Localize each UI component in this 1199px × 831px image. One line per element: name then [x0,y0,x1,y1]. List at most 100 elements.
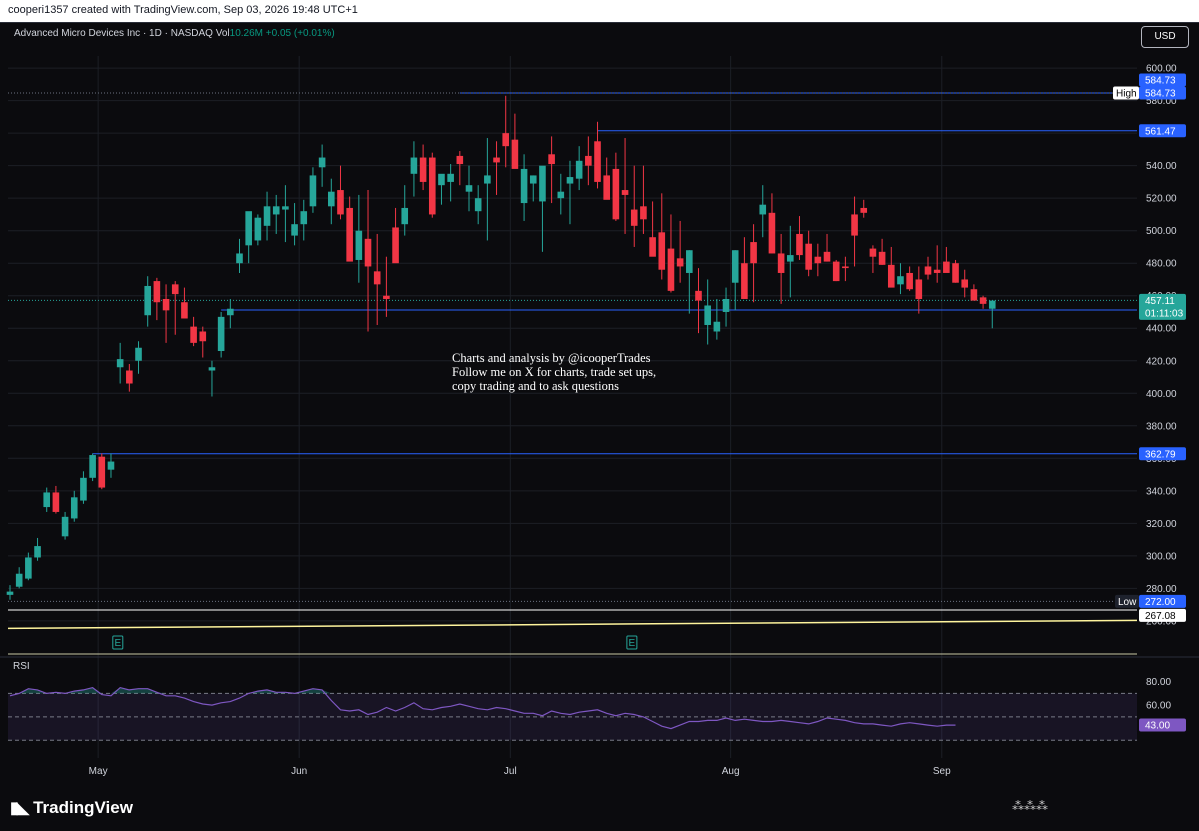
candle-body [355,230,363,260]
candle-body [933,269,941,273]
high-label: High [1116,88,1137,99]
candle-body [474,198,482,212]
candle-body [887,264,895,288]
candle-body [502,133,510,147]
price-chart[interactable]: 260.00280.00300.00320.00340.00360.00380.… [0,0,1199,831]
currency-button[interactable]: USD [1141,26,1189,48]
candle-body [961,279,969,288]
candle-body [759,204,767,215]
candle-body [282,206,289,210]
candle-body [227,308,234,316]
candle-body [575,160,583,179]
candle-body [89,455,96,478]
y-tick-label: 280.00 [1146,584,1177,595]
candle-body [309,175,317,207]
x-tick-label: Jun [291,766,307,777]
y-tick-label: 600.00 [1146,64,1177,75]
candle-body [713,321,721,332]
volume-value: 10.26M [229,28,263,39]
candle-body [272,206,280,215]
candle-body [988,300,996,309]
candle-body [153,281,161,303]
candle-body [493,157,500,163]
x-tick-label: Sep [933,766,951,777]
candle-body [897,276,904,285]
candle-body [401,207,409,225]
candle-body [621,190,629,195]
y-tick-label: 440.00 [1146,324,1177,335]
candle-body [6,591,14,595]
ma-price-tag: 267.08 [1145,611,1176,622]
candle-body [465,185,473,192]
candle-body [208,367,216,371]
candle-body [741,263,748,299]
candle-body [80,477,87,501]
candle-body [43,492,51,508]
candle-body [25,557,32,579]
current-price-tag-countdown: 01:11:03 [1145,308,1184,319]
candle-body [943,261,950,273]
candle-body [346,207,353,262]
rsi-tick-label: 60.00 [1146,701,1171,712]
candle-body [263,206,271,226]
candle-body [300,211,308,225]
candle-body [787,255,794,262]
candle-body [364,238,372,267]
candle-body [924,266,932,275]
candle-body [328,191,335,207]
candle-body [373,271,381,285]
candle-body [842,266,849,269]
candle-body [750,242,757,264]
tradingview-brand: TradingView [33,798,133,817]
candle-body [603,175,610,200]
candle-body [805,243,812,270]
candle-body [484,175,491,184]
candle-body [337,190,344,215]
candle-body [383,295,390,299]
candle-body [695,290,702,301]
y-tick-label: 420.00 [1146,356,1177,367]
y-tick-label: 340.00 [1146,486,1177,497]
candle-body [915,279,923,299]
symbol-legend: Advanced Micro Devices Inc · 1D · NASDAQ… [14,28,335,39]
candle-body [640,206,647,220]
moving-average-line [7,619,1138,630]
candle-body [392,227,399,264]
candle-body [768,212,776,254]
candle-body [428,157,436,215]
candle-body [181,302,188,319]
candle-body [291,224,298,236]
candle-body [970,289,978,301]
price-change: +0.05 (+0.01%) [265,28,335,39]
candle-body [566,177,574,184]
candle-body [438,173,445,186]
y-tick-label: 380.00 [1146,421,1177,432]
candle-body [658,232,666,270]
candle-body [245,211,252,246]
candle-body [199,331,207,342]
y-tick-label: 540.00 [1146,161,1177,172]
x-tick-label: Aug [722,766,740,777]
annotation-text: Charts and analysis by @icooperTrades Fo… [452,351,657,393]
tradingview-logo-icon: ▮◣ [10,800,29,817]
y-tick-label: 520.00 [1146,194,1177,205]
price-tag: 561.47 [1145,126,1176,137]
candle-body [456,155,464,165]
candle-body [190,326,197,343]
tradingview-logo[interactable]: ▮◣ TradingView [10,798,133,818]
candle-body [107,461,115,470]
y-tick-label: 480.00 [1146,259,1177,270]
candle-body [171,284,179,295]
candle-body [878,251,886,265]
candle-body [667,248,675,291]
candle-body [869,248,877,257]
candle-body [952,263,959,283]
candle-body [557,191,565,199]
page: cooperi1357 created with TradingView.com… [0,0,1199,831]
earnings-marker-label: E [629,638,636,649]
candle-body [511,139,519,169]
candle-body [410,157,418,174]
candle-body [539,165,546,202]
candle-body [15,573,23,587]
candle-body [594,141,601,182]
